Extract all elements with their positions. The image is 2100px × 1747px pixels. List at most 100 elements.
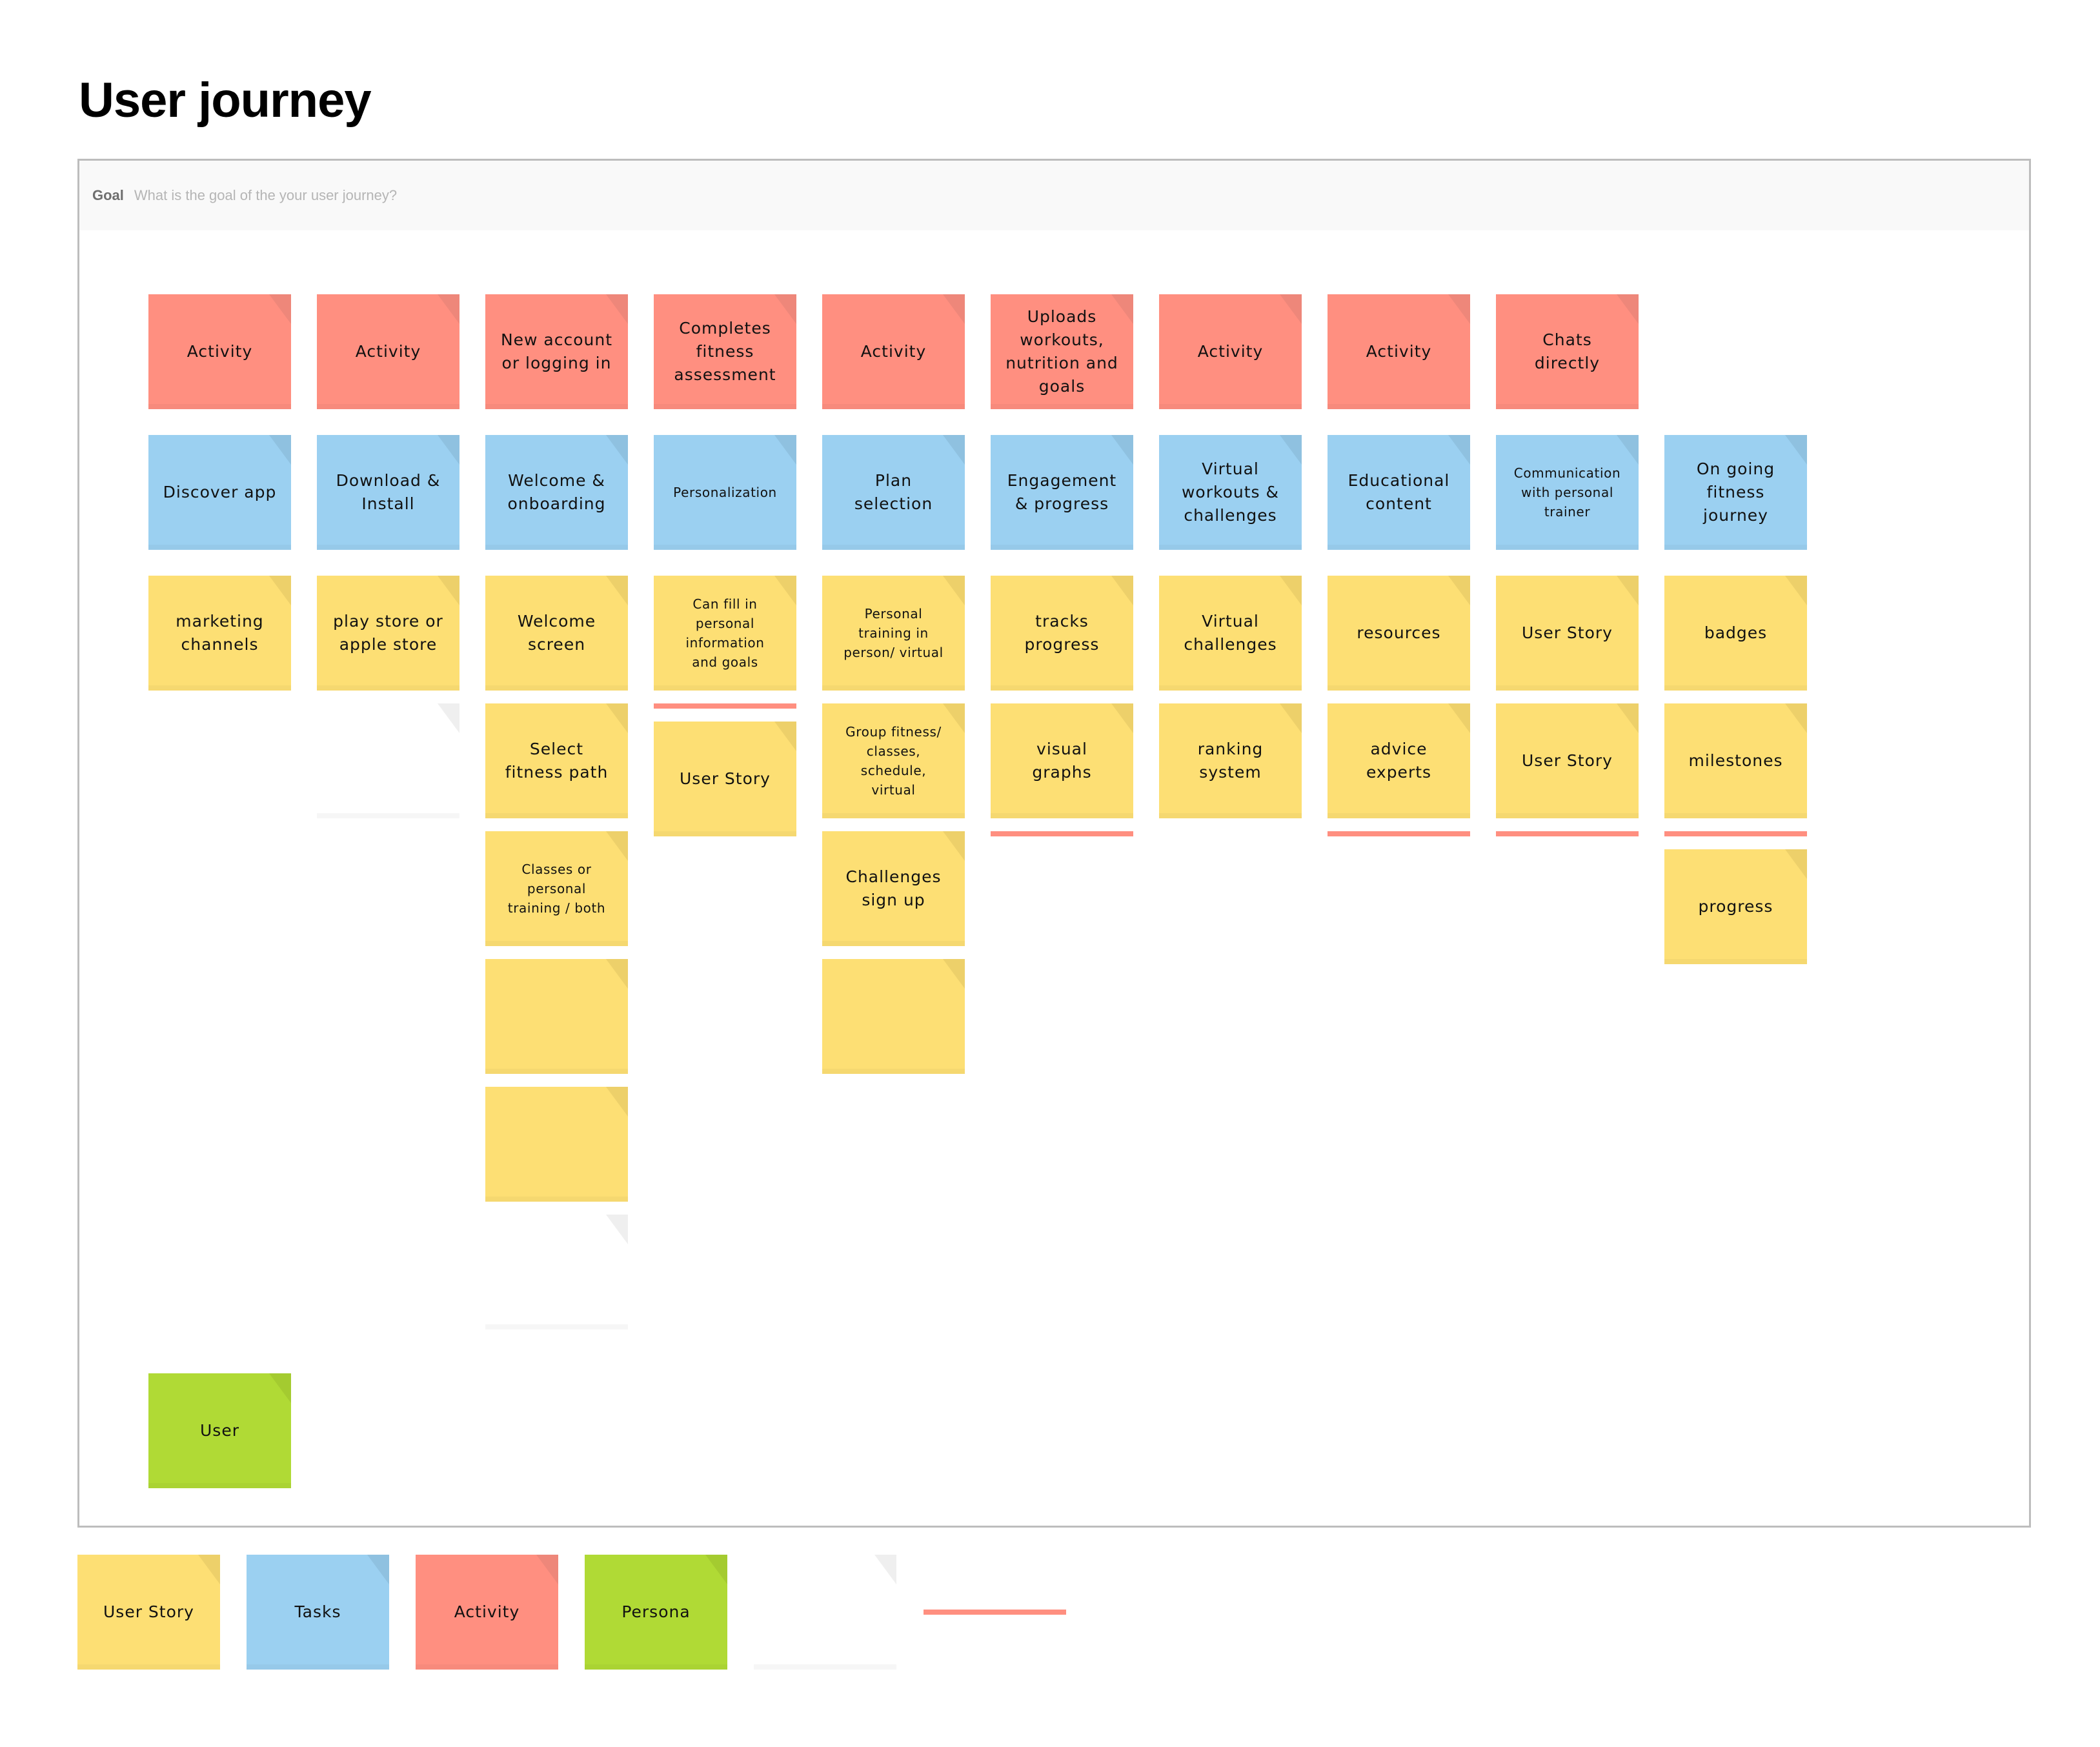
folded-corner-icon: [438, 435, 459, 465]
task-note[interactable]: Virtual workouts & challenges: [1159, 435, 1302, 550]
user-story-note[interactable]: visual graphs: [991, 703, 1133, 818]
user-story-note[interactable]: Group fitness/ classes, schedule, virtua…: [822, 703, 965, 818]
activity-note[interactable]: Completes fitness assessment: [654, 294, 796, 409]
user-story-note[interactable]: Virtual challenges: [1159, 576, 1302, 691]
activity-note[interactable]: Activity: [1328, 294, 1470, 409]
user-story-note[interactable]: Classes or personal training / both: [485, 831, 628, 946]
user-story-note-text: badges: [1704, 623, 1768, 642]
folded-corner-icon: [1785, 703, 1807, 733]
activity-note[interactable]: Uploads workouts, nutrition and goals: [991, 294, 1133, 409]
task-note[interactable]: On going fitness journey: [1664, 435, 1807, 550]
user-story-note[interactable]: User Story: [654, 722, 796, 836]
activity-note[interactable]: Activity: [822, 294, 965, 409]
user-story-note[interactable]: [485, 959, 628, 1074]
legend-task-text: Tasks: [294, 1602, 341, 1621]
task-note[interactable]: Communication with personal trainer: [1496, 435, 1639, 550]
user-story-note[interactable]: badges: [1664, 576, 1807, 691]
release-divider[interactable]: [1664, 831, 1807, 836]
release-divider[interactable]: [1496, 831, 1639, 836]
task-note-text: Educational content: [1348, 471, 1450, 513]
activity-note-text: Activity: [355, 342, 421, 361]
goal-label: Goal: [92, 187, 124, 203]
activity-note[interactable]: Activity: [1159, 294, 1302, 409]
task-note[interactable]: Download & Install: [317, 435, 459, 550]
user-story-note-text: Challenges sign up: [845, 867, 942, 909]
folded-corner-icon: [943, 294, 965, 324]
folded-corner-icon: [367, 1555, 389, 1584]
user-story-note-text: advice experts: [1366, 740, 1432, 782]
folded-corner-icon: [606, 294, 628, 324]
task-note-text: Virtual workouts & challenges: [1181, 459, 1279, 525]
user-story-note[interactable]: tracks progress: [991, 576, 1133, 691]
task-note[interactable]: Welcome & onboarding: [485, 435, 628, 550]
user-story-note[interactable]: Welcome screen: [485, 576, 628, 691]
task-note[interactable]: Plan selection: [822, 435, 965, 550]
activity-note[interactable]: Chats directly: [1496, 294, 1639, 409]
user-story-note[interactable]: [822, 959, 965, 1074]
user-story-note[interactable]: progress: [1664, 849, 1807, 964]
user-story-note[interactable]: User Story: [1496, 576, 1639, 691]
activity-note-text: Completes fitness assessment: [674, 319, 776, 384]
goal-input[interactable]: [134, 187, 715, 204]
folded-corner-icon: [774, 576, 796, 605]
user-story-note-text: marketing channels: [176, 612, 264, 654]
legend-user-story-text: User Story: [103, 1602, 194, 1621]
user-story-note-text: play store or apple store: [333, 612, 443, 654]
release-divider[interactable]: [1328, 831, 1470, 836]
user-story-note-text: Personal training in person/ virtual: [843, 606, 944, 660]
user-story-note[interactable]: Personal training in person/ virtual: [822, 576, 965, 691]
task-note-text: Communication with personal trainer: [1513, 465, 1621, 520]
folded-corner-icon: [943, 703, 965, 733]
task-note-text: Personalization: [673, 485, 777, 500]
legend-blank: [754, 1555, 896, 1670]
persona-label: User: [200, 1421, 239, 1440]
task-note-text: Plan selection: [854, 471, 933, 513]
release-divider[interactable]: [991, 831, 1133, 836]
task-note[interactable]: Discover app: [148, 435, 291, 550]
folded-corner-icon: [606, 435, 628, 465]
user-story-note[interactable]: marketing channels: [148, 576, 291, 691]
blank-note[interactable]: [317, 703, 459, 818]
folded-corner-icon: [774, 294, 796, 324]
user-story-note[interactable]: Can fill in personal information and goa…: [654, 576, 796, 691]
user-story-note[interactable]: ranking system: [1159, 703, 1302, 818]
user-story-note-text: visual graphs: [1032, 740, 1092, 782]
user-story-note[interactable]: play store or apple store: [317, 576, 459, 691]
folded-corner-icon: [1617, 703, 1639, 733]
release-divider[interactable]: [654, 703, 796, 709]
folded-corner-icon: [606, 703, 628, 733]
activity-note[interactable]: New account or logging in: [485, 294, 628, 409]
legend-persona: Persona: [585, 1555, 727, 1670]
folded-corner-icon: [1617, 576, 1639, 605]
task-note[interactable]: Engagement & progress: [991, 435, 1133, 550]
activity-note-text: New account or logging in: [500, 330, 613, 372]
blank-note[interactable]: [485, 1215, 628, 1329]
folded-corner-icon: [1448, 576, 1470, 605]
folded-corner-icon: [606, 576, 628, 605]
user-story-note[interactable]: [485, 1087, 628, 1202]
legend-user-story: User Story: [77, 1555, 220, 1670]
activity-note[interactable]: Activity: [317, 294, 459, 409]
user-story-note[interactable]: milestones: [1664, 703, 1807, 818]
user-story-note[interactable]: Select fitness path: [485, 703, 628, 818]
folded-corner-icon: [1280, 703, 1302, 733]
folded-corner-icon: [606, 959, 628, 989]
user-story-note[interactable]: resources: [1328, 576, 1470, 691]
task-note[interactable]: Educational content: [1328, 435, 1470, 550]
user-story-note[interactable]: User Story: [1496, 703, 1639, 818]
folded-corner-icon: [269, 294, 291, 324]
user-story-note[interactable]: advice experts: [1328, 703, 1470, 818]
persona-note[interactable]: User: [148, 1373, 291, 1488]
task-note[interactable]: Personalization: [654, 435, 796, 550]
folded-corner-icon: [606, 831, 628, 861]
activity-note[interactable]: Activity: [148, 294, 291, 409]
user-story-note-text: User Story: [680, 769, 771, 788]
folded-corner-icon: [1448, 294, 1470, 324]
activity-note-text: Activity: [860, 342, 927, 361]
activity-note-text: Activity: [187, 342, 253, 361]
user-story-note-text: milestones: [1688, 751, 1783, 770]
legend-divider: [924, 1610, 1066, 1615]
legend-persona-text: Persona: [621, 1602, 691, 1621]
user-story-note[interactable]: Challenges sign up: [822, 831, 965, 946]
user-story-note-text: User Story: [1522, 751, 1613, 770]
